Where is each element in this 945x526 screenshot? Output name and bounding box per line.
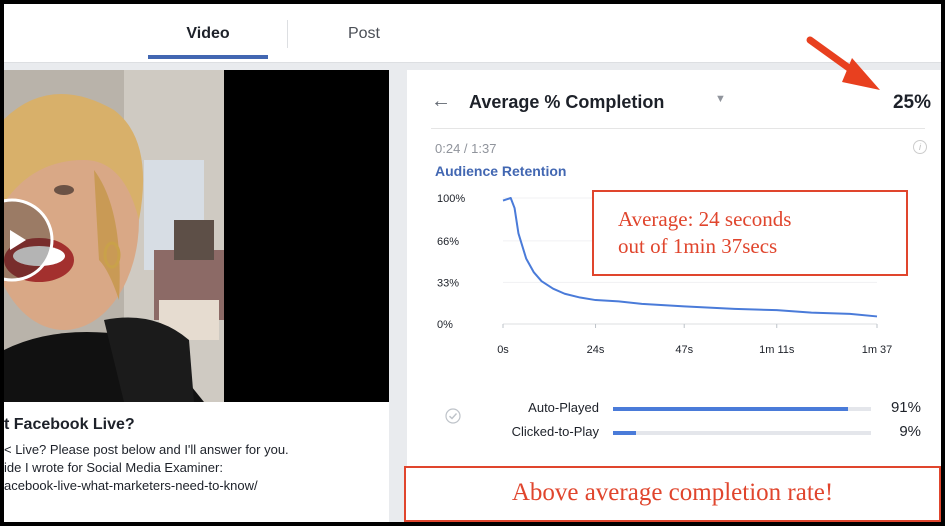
autoplayed-bar <box>613 407 871 411</box>
above-average-annotation: Above average completion rate! <box>404 466 941 522</box>
x-tick-label: 47s <box>675 344 693 356</box>
autoplayed-percent: 91% <box>890 399 921 416</box>
autoplayed-bar-fill <box>613 407 848 411</box>
average-annotation: Average: 24 seconds out of 1min 37secs <box>592 190 908 276</box>
post-text-line: < Live? Please post below and I'll answe… <box>4 442 289 457</box>
screenshot-frame: Video Post t Facebook Live? < Live? Plea… <box>4 4 941 522</box>
autoplayed-label: Auto-Played <box>528 400 599 415</box>
y-tick-label: 0% <box>437 319 453 331</box>
clicked-to-play-percent: 9% <box>899 423 921 440</box>
clicked-to-play-label: Clicked-to-Play <box>511 424 599 439</box>
post-title: t Facebook Live? <box>4 416 135 433</box>
red-arrow-icon <box>806 36 880 90</box>
y-tick-label: 100% <box>437 193 465 205</box>
clicked-to-play-bar <box>613 431 871 435</box>
y-tick-label: 33% <box>437 277 459 289</box>
x-tick-label: 0s <box>497 344 509 356</box>
average-annotation-line: Average: 24 seconds <box>618 207 792 231</box>
average-annotation-line: out of 1min 37secs <box>618 234 778 258</box>
post-link-line[interactable]: acebook-live-what-marketers-need-to-know… <box>4 478 258 493</box>
video-panel: t Facebook Live? < Live? Please post bel… <box>4 70 389 522</box>
x-tick-label: 1m 37 <box>862 344 893 356</box>
clicked-to-play-bar-fill <box>613 431 637 435</box>
x-tick-label: 24s <box>587 344 605 356</box>
x-tick-label: 1m 11s <box>759 344 795 356</box>
post-text-line: ide I wrote for Social Media Examiner: <box>4 460 223 475</box>
y-tick-label: 66% <box>437 236 459 248</box>
insights-panel: ← Average % Completion ▼ 25% 0:24 / 1:37… <box>407 70 941 522</box>
